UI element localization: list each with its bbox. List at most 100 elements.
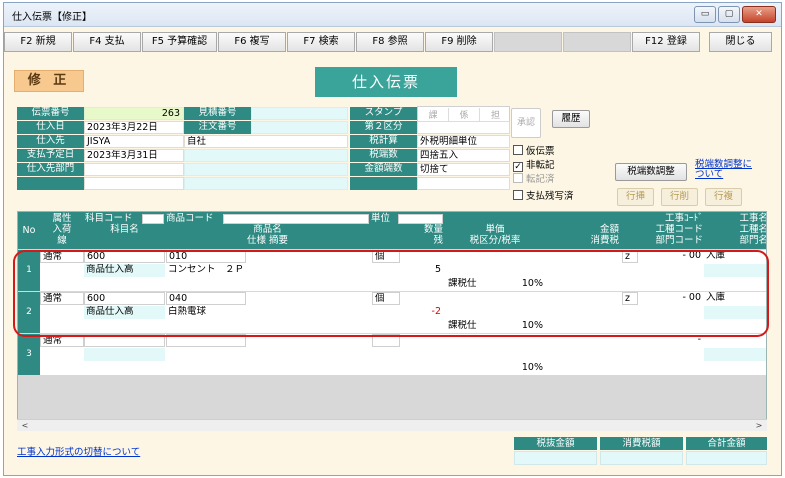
row-zokusei[interactable]: 通常 [40, 292, 84, 305]
checkbox-shiharai-zan-box[interactable] [513, 190, 523, 200]
denpyo-number[interactable]: 263 [84, 107, 184, 120]
row-suryo-negative[interactable]: -2 [372, 306, 444, 318]
gokei-value [686, 451, 767, 465]
row-kamoku-code[interactable]: 600 [84, 292, 165, 305]
row-suryo[interactable]: 5 [372, 264, 444, 276]
row-shohin-code[interactable]: 010 [166, 250, 246, 263]
blank-key-2 [563, 32, 631, 52]
row-zokusei[interactable]: 通常 [40, 334, 84, 347]
shohin-code-header-input [223, 214, 369, 224]
row-shohin-name[interactable]: 白熱電球 [166, 306, 371, 318]
chumon-input[interactable] [251, 121, 348, 134]
close-window-button[interactable]: ✕ [742, 6, 776, 23]
f4-payment-button[interactable]: F4 支払 [73, 32, 141, 52]
checkbox-shiharai-zan[interactable]: 支払残写済 [513, 188, 574, 202]
close-button[interactable]: 閉じる [709, 32, 772, 52]
tax-rounding-help-link[interactable]: 税端数調整について [695, 160, 755, 180]
row-delete-button[interactable]: 行削 [661, 188, 698, 206]
row-zeikubun[interactable]: 課税仕 [446, 320, 506, 332]
scroll-right-icon[interactable]: > [753, 420, 765, 431]
spare-input[interactable] [84, 177, 184, 190]
col-shohizei: 消費税 [590, 235, 619, 246]
horizontal-scrollbar[interactable]: < > [17, 419, 767, 431]
col-kotei-code: 工種コード [655, 224, 703, 235]
stamp-kakari[interactable]: 係 [449, 108, 480, 121]
row-koji-name: 入庫 [706, 250, 726, 261]
col-suryo: 数量 [423, 224, 443, 235]
row-shohin-name[interactable]: コンセント ２Ｐ [166, 264, 371, 276]
shiirebi-label: 仕入日 [17, 121, 84, 134]
row-shohin-code[interactable] [166, 334, 246, 347]
checkbox-hitenki[interactable]: ✓ 非転記 [513, 157, 555, 172]
stamp-tan[interactable]: 担 [480, 108, 511, 121]
stamp-ka[interactable]: 課 [418, 108, 449, 121]
f7-search-button[interactable]: F7 検索 [287, 32, 355, 52]
row-insert-button[interactable]: 行挿 [617, 188, 654, 206]
approval-stamp[interactable]: 承認 [511, 108, 541, 138]
maximize-button[interactable]: ▢ [718, 6, 740, 23]
input-mode-switch-link[interactable]: 工事入力形式の切替について [17, 444, 140, 458]
f6-copy-button[interactable]: F6 複写 [218, 32, 286, 52]
row-copy-button[interactable]: 行複 [705, 188, 742, 206]
row-kamoku-name: 商品仕入高 [84, 306, 165, 319]
chumon-label: 注文番号 [184, 121, 251, 134]
row-kamoku-code[interactable]: 600 [84, 250, 165, 263]
f8-reference-button[interactable]: F8 参照 [356, 32, 424, 52]
row-koji-sub[interactable]: - 00 [638, 292, 704, 304]
row-tani[interactable]: 個 [372, 292, 400, 305]
row-koji-sub[interactable]: - 00 [638, 250, 704, 262]
col-zokusei: 属性 [52, 213, 72, 224]
table-row[interactable]: 通常 600 商品仕入高 010 コンセント ２Ｐ 個 5 課税仕 10% z … [40, 250, 766, 291]
f9-delete-button[interactable]: F9 削除 [425, 32, 493, 52]
row-koji-sub[interactable]: - [638, 334, 704, 346]
row-shohin-code[interactable]: 040 [166, 292, 246, 305]
table-row[interactable]: 通常 10% - [40, 334, 766, 375]
shiharai-input[interactable]: 2023年3月31日 [84, 149, 184, 162]
kingaku-value[interactable]: 切捨て [417, 163, 510, 176]
f12-register-button[interactable]: F12 登録 [632, 32, 700, 52]
row-tani[interactable]: 個 [372, 250, 400, 263]
detail-grid: No 属性 入荷 線 科目コード 科目名 商品コード 商品名 仕様 摘要 単位 … [17, 211, 767, 429]
col-koji-code: 工事ｺｰﾄﾞ [664, 213, 703, 224]
zeihasu-value[interactable]: 四捨五入 [417, 149, 510, 162]
shiiresaki-code-input[interactable]: JISYA [84, 135, 184, 148]
checkbox-kari[interactable]: 仮伝票 [513, 143, 555, 157]
shiirebi-input[interactable]: 2023年3月22日 [84, 121, 184, 134]
kubun2-input[interactable] [417, 121, 510, 134]
tax-rounding-button[interactable]: 税端数調整 [615, 163, 687, 181]
form-title: 仕入伝票 [315, 67, 457, 97]
spare-right-input[interactable] [417, 177, 510, 190]
col-shohin-name: 商品名 [253, 224, 282, 235]
bumon-name [184, 163, 348, 176]
kingaku-label: 金額端数 [350, 163, 417, 176]
spare-label [17, 177, 84, 190]
f5-budget-button[interactable]: F5 予算確認 [142, 32, 217, 52]
gokei-label: 合計金額 [686, 437, 767, 450]
history-button[interactable]: 履歴 [552, 110, 590, 128]
mitsumori-input[interactable] [251, 107, 348, 120]
stamp-label: スタンプ [350, 107, 417, 120]
checkbox-shiharai-zan-label: 支払残写済 [526, 191, 574, 202]
checkbox-tenkizumi: 転記済 [513, 171, 555, 185]
zeikeisan-value[interactable]: 外税明細単位 [417, 135, 510, 148]
row-kotei-name [704, 348, 766, 361]
scroll-left-icon[interactable]: < [19, 420, 31, 431]
row-koji-name: 入庫 [706, 292, 726, 303]
col-bumon-code: 部門コード [655, 235, 703, 246]
row-koji-code[interactable]: z [622, 292, 638, 305]
zeikeisan-label: 税計算 [350, 135, 417, 148]
mode-badge: 修 正 [14, 70, 84, 92]
table-row[interactable]: 通常 600 商品仕入高 040 白熱電球 個 -2 課税仕 10% z - 0… [40, 292, 766, 333]
f2-new-button[interactable]: F2 新規 [4, 32, 72, 52]
checkbox-kari-box[interactable] [513, 145, 523, 155]
window-title: 仕入伝票【修正】 [12, 12, 92, 23]
row-zeikubun[interactable]: 課税仕 [446, 278, 506, 290]
minimize-button[interactable]: ▭ [694, 6, 716, 23]
col-koji-name: 工事名 [739, 213, 767, 224]
row-zokusei[interactable]: 通常 [40, 250, 84, 263]
bumon-input[interactable] [84, 163, 184, 176]
checkbox-hitenki-label: 非転記 [526, 160, 555, 171]
row-kamoku-code[interactable] [84, 334, 165, 347]
row-koji-code[interactable]: z [622, 250, 638, 263]
row-tani[interactable] [372, 334, 400, 347]
